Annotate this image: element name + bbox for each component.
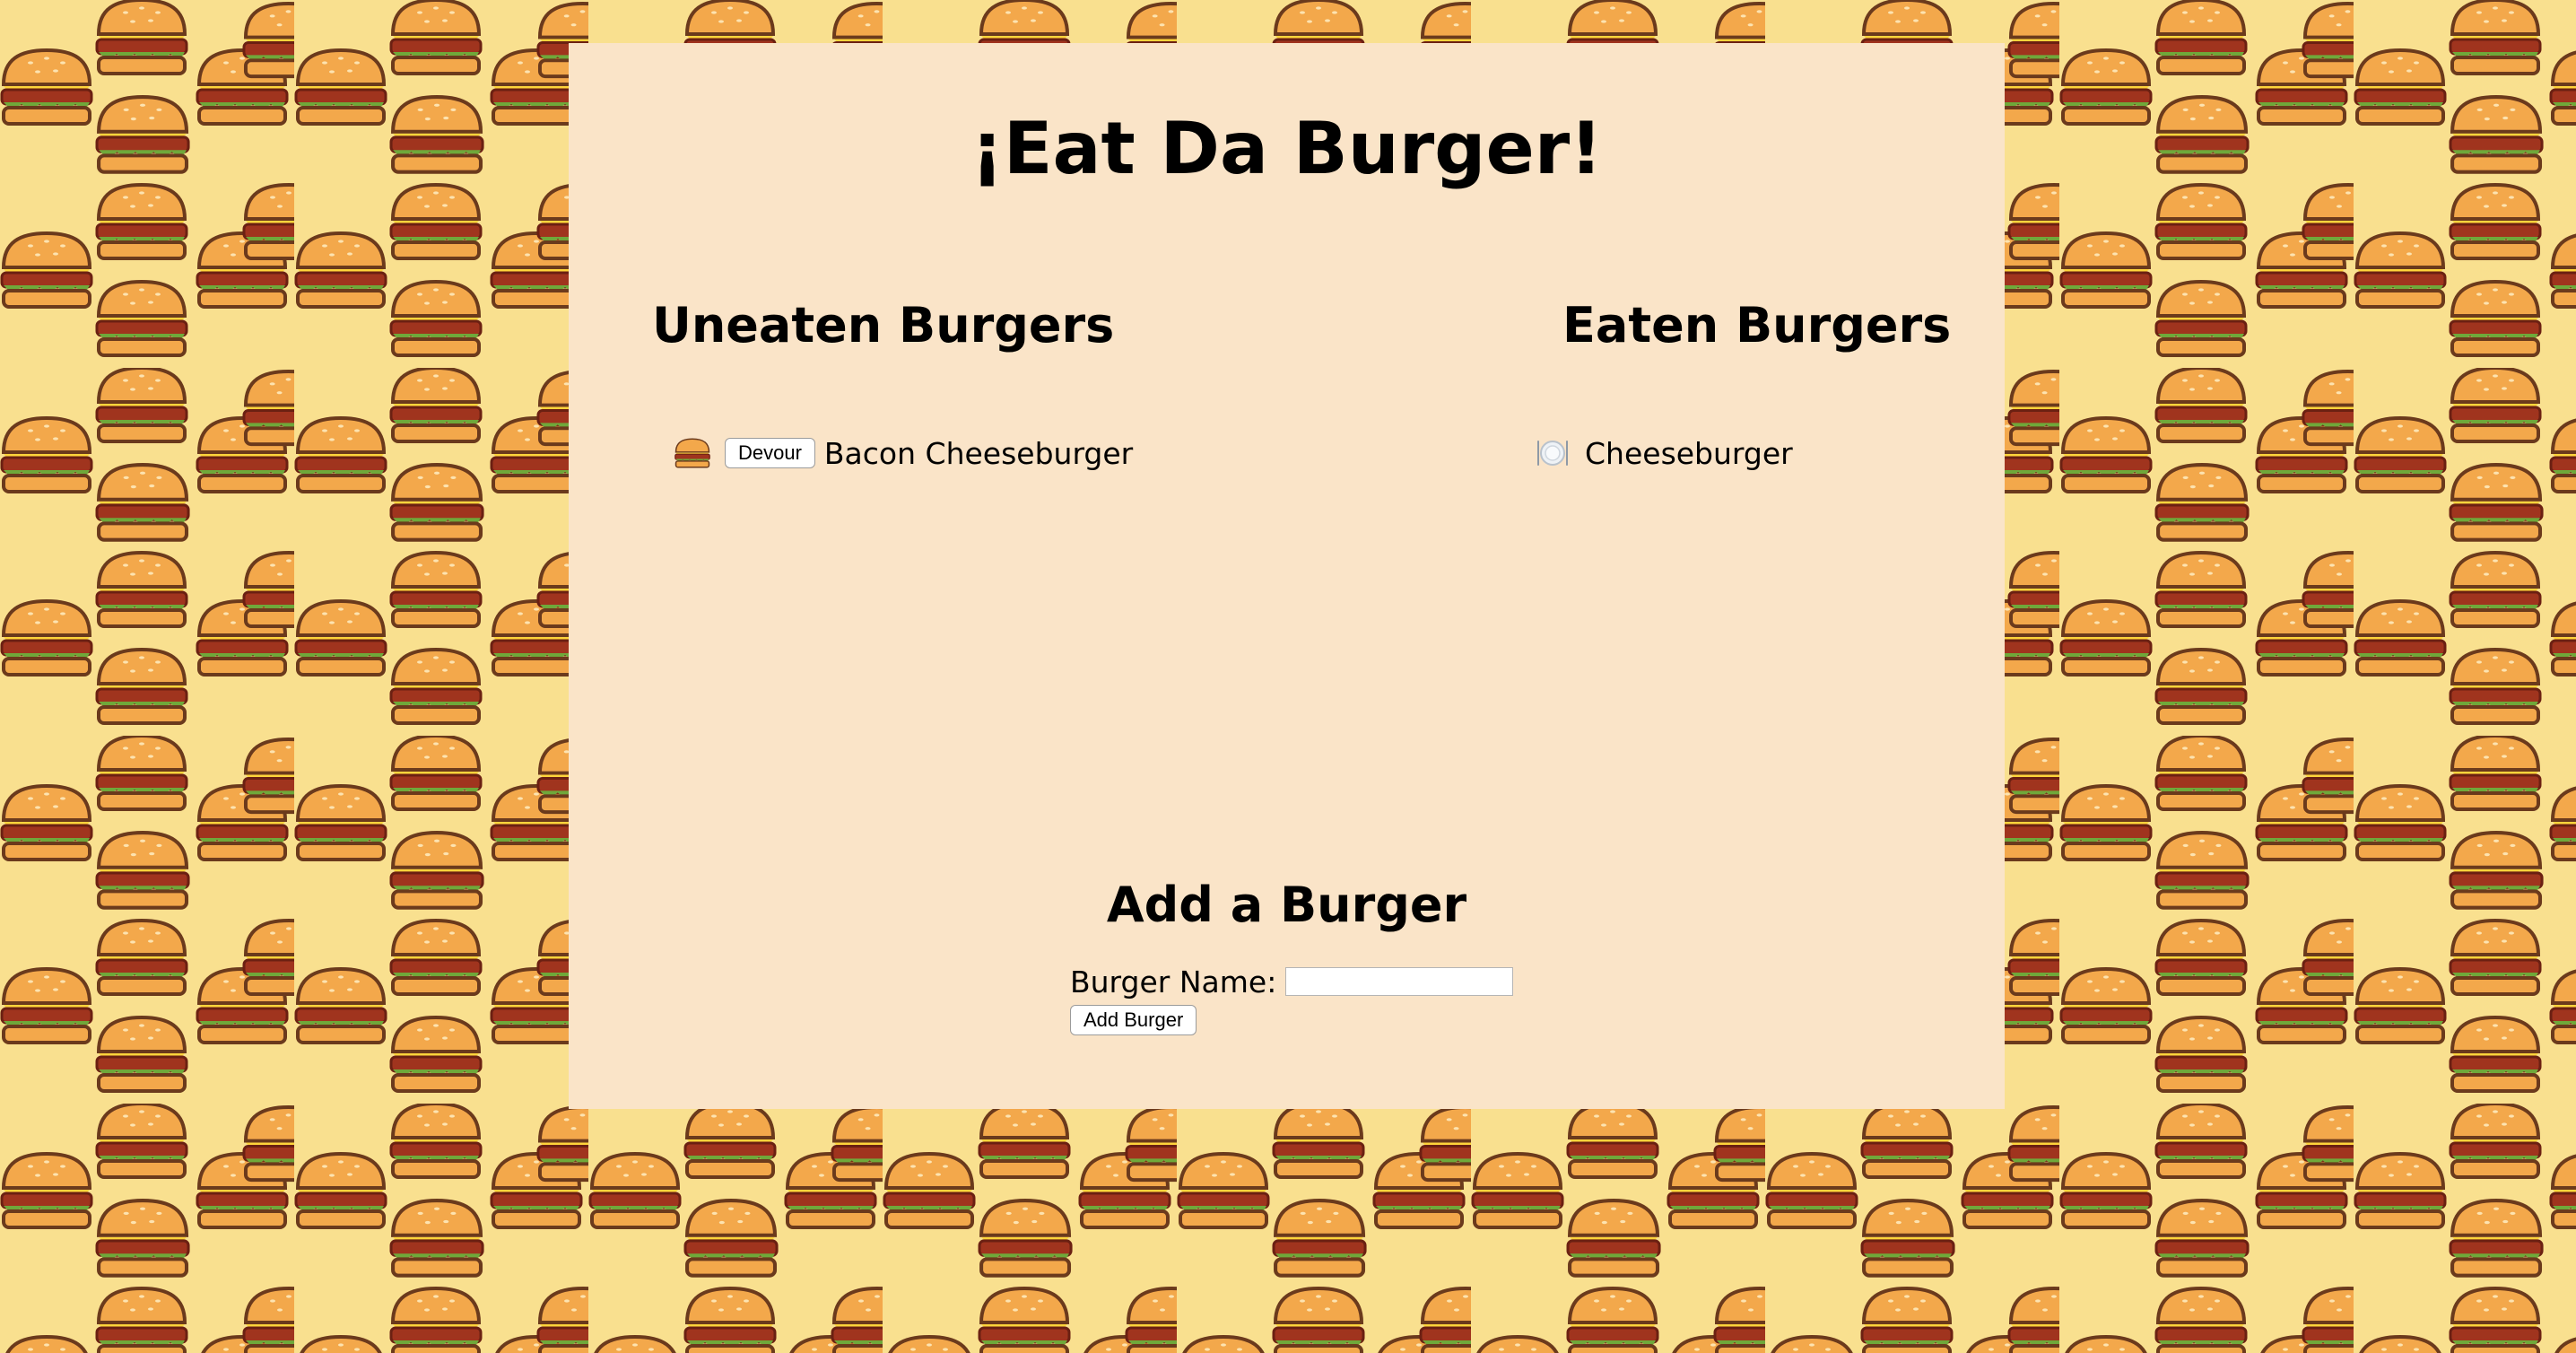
eaten-burger-name: Cheeseburger <box>1585 435 1793 471</box>
main-panel: ¡Eat Da Burger! Uneaten Burgers Eaten Bu… <box>569 43 2005 1109</box>
plate-icon <box>1537 441 1568 466</box>
devour-button[interactable]: Devour <box>725 438 815 468</box>
uneaten-heading: Uneaten Burgers <box>652 297 1115 354</box>
hamburger-icon <box>674 438 710 468</box>
add-burger-heading: Add a Burger <box>1106 877 1467 933</box>
uneaten-burger-name: Bacon Cheeseburger <box>823 435 1134 471</box>
add-burger-button[interactable]: Add Burger <box>1070 1005 1197 1035</box>
uneaten-list-item: Devour Bacon Cheeseburger <box>674 431 1133 476</box>
eaten-heading: Eaten Burgers <box>1562 297 1952 354</box>
burger-name-label: Burger Name: <box>1070 964 1277 999</box>
burger-name-form-row: Burger Name: <box>1070 964 1514 999</box>
eaten-list-item: Cheeseburger <box>1535 431 1793 476</box>
burger-name-input[interactable] <box>1285 967 1514 996</box>
page-title: ¡Eat Da Burger! <box>970 107 1603 190</box>
